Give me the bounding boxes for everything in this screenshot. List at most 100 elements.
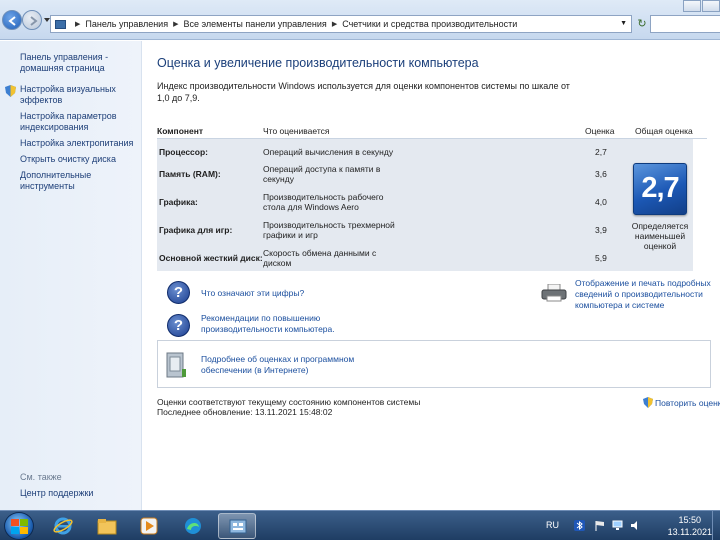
minimize-button[interactable]: [683, 0, 701, 12]
page-description: Индекс производительности Windows исполь…: [157, 81, 570, 103]
shield-icon: [5, 85, 16, 97]
row-what: Производительность рабочего стола для Wi…: [263, 192, 384, 212]
row-component: Память (RAM):: [159, 169, 221, 179]
window-controls: [682, 0, 720, 12]
taskbar-edge[interactable]: [174, 513, 212, 539]
help-icon: ?: [167, 281, 190, 304]
row-component: Основной жесткий диск:: [159, 253, 263, 263]
chevron-right-icon[interactable]: ▶: [75, 20, 80, 28]
windows-logo-icon: [11, 519, 28, 534]
chevron-down-icon[interactable]: ▼: [620, 20, 627, 27]
row-component: Графика:: [159, 197, 198, 207]
taskbar-control-panel[interactable]: [218, 513, 256, 539]
help-icon: ?: [167, 314, 190, 337]
row-what: Операций доступа к памяти в секунду: [263, 164, 381, 184]
online-info-link[interactable]: Подробнее об оценках и программном обесп…: [201, 354, 371, 376]
sidebar: Панель управления - домашняя страница На…: [0, 41, 142, 510]
breadcrumb-item-all-items[interactable]: Все элементы панели управления: [183, 19, 326, 29]
arrow-right-icon: [30, 16, 38, 26]
sidebar-item-visual-effects[interactable]: Настройка визуальных эффектов: [20, 84, 116, 106]
table-row: Графика для игр: Производительность трех…: [157, 217, 609, 243]
clock-time: 15:50: [678, 515, 702, 525]
header-score: Оценка: [585, 126, 615, 136]
maximize-button[interactable]: [702, 0, 720, 12]
status-line-current: Оценки соответствуют текущему состоянию …: [157, 397, 421, 407]
header-component: Компонент: [157, 126, 204, 136]
sidebar-item-indexing[interactable]: Настройка параметров индексирования: [20, 111, 117, 133]
taskbar-explorer[interactable]: [88, 513, 126, 539]
forward-button[interactable]: [22, 10, 42, 30]
sidebar-item-home[interactable]: Панель управления - домашняя страница: [20, 52, 108, 74]
edge-icon: [185, 518, 201, 534]
row-score: 2,7: [595, 147, 607, 157]
sidebar-item-support-center[interactable]: Центр поддержки: [20, 488, 93, 499]
row-what: Операций вычисления в секунду: [263, 147, 394, 157]
software-box-icon: [166, 352, 186, 378]
main-content: Оценка и увеличение производительности к…: [143, 41, 720, 510]
language-indicator[interactable]: RU: [546, 520, 559, 530]
folder-icon: [97, 519, 117, 535]
back-button[interactable]: [2, 10, 22, 30]
table-row: Основной жесткий диск: Скорость обмена д…: [157, 245, 609, 271]
show-desktop-button[interactable]: [712, 511, 720, 540]
row-score: 3,6: [595, 169, 607, 179]
sidebar-item-disk-cleanup[interactable]: Открыть очистку диска: [20, 154, 116, 165]
header-overall: Общая оценка: [635, 126, 693, 136]
internet-explorer-icon: [53, 517, 73, 535]
address-field[interactable]: ▶ Панель управления ▶ Все элементы панел…: [50, 15, 632, 33]
table-header: Компонент Что оценивается Оценка Общая о…: [157, 123, 707, 139]
row-what: Производительность трехмерной графики и …: [263, 220, 395, 240]
breadcrumb: ▶ Панель управления ▶ Все элементы панел…: [70, 19, 517, 29]
clock[interactable]: 15:50 13.11.2021: [668, 514, 712, 538]
recommendations-link[interactable]: Рекомендации по повышению производительн…: [201, 313, 351, 335]
row-score: 5,9: [595, 253, 607, 263]
online-info-box: Подробнее об оценках и программном обесп…: [157, 340, 711, 388]
status-text: Оценки соответствуют текущему состоянию …: [157, 397, 420, 417]
overall-score-panel: 2,7 Определяется наименьшей оценкой: [609, 139, 693, 271]
clock-date: 13.11.2021: [667, 527, 712, 537]
row-what: Скорость обмена данными с диском: [263, 248, 377, 268]
network-icon[interactable]: [612, 520, 623, 531]
rerun-assessment-link[interactable]: Повторить оценку: [643, 397, 720, 408]
start-button[interactable]: [4, 512, 34, 540]
taskbar: RU 15:50 13.11.2021: [0, 510, 720, 540]
what-numbers-link[interactable]: Что означают эти цифры?: [201, 288, 304, 299]
refresh-icon[interactable]: ↻: [635, 15, 649, 33]
printer-icon: [541, 284, 567, 302]
media-player-icon: [140, 517, 158, 535]
overall-score-note: Определяется наименьшей оценкой: [631, 221, 689, 251]
taskbar-ie[interactable]: [44, 513, 82, 539]
chevron-right-icon[interactable]: ▶: [332, 20, 337, 28]
chevron-right-icon[interactable]: ▶: [173, 20, 178, 28]
sidebar-item-power[interactable]: Настройка электропитания: [20, 138, 133, 149]
header-what: Что оценивается: [263, 126, 330, 136]
system-tray: RU 15:50 13.11.2021: [546, 511, 720, 540]
print-details-link[interactable]: Отображение и печать подробных сведений …: [575, 278, 715, 311]
address-bar: ▶ Панель управления ▶ Все элементы панел…: [0, 0, 720, 40]
volume-icon[interactable]: [630, 520, 641, 531]
breadcrumb-item-performance[interactable]: Счетчики и средства производительности: [342, 19, 517, 29]
table-row: Память (RAM): Операций доступа к памяти …: [157, 161, 609, 187]
arrow-left-icon: [8, 16, 16, 26]
page-title: Оценка и увеличение производительности к…: [157, 56, 479, 70]
row-score: 4,0: [595, 197, 607, 207]
overall-score-value: 2,7: [641, 172, 679, 204]
sidebar-item-advanced-tools[interactable]: Дополнительные инструменты: [20, 170, 91, 192]
breadcrumb-item-control-panel[interactable]: Панель управления: [85, 19, 168, 29]
status-line-updated: Последнее обновление: 13.11.2021 15:48:0…: [157, 407, 333, 417]
table-row: Графика: Производительность рабочего сто…: [157, 189, 609, 215]
bluetooth-icon[interactable]: [574, 520, 585, 531]
overall-score-tile: 2,7: [633, 163, 687, 215]
scores-table: Процессор: Операций вычисления в секунду…: [157, 139, 609, 271]
row-component: Графика для игр:: [159, 225, 233, 235]
taskbar-media-player[interactable]: [130, 513, 168, 539]
control-panel-icon: [229, 519, 247, 534]
rerun-assessment-label: Повторить оценку: [655, 397, 720, 408]
see-also-heading: См. также: [20, 472, 62, 482]
shield-icon: [643, 397, 653, 408]
row-score: 3,9: [595, 225, 607, 235]
action-center-flag-icon[interactable]: [594, 520, 605, 531]
row-component: Процессор:: [159, 147, 209, 157]
control-panel-icon: [55, 19, 66, 29]
search-input[interactable]: [650, 15, 720, 33]
